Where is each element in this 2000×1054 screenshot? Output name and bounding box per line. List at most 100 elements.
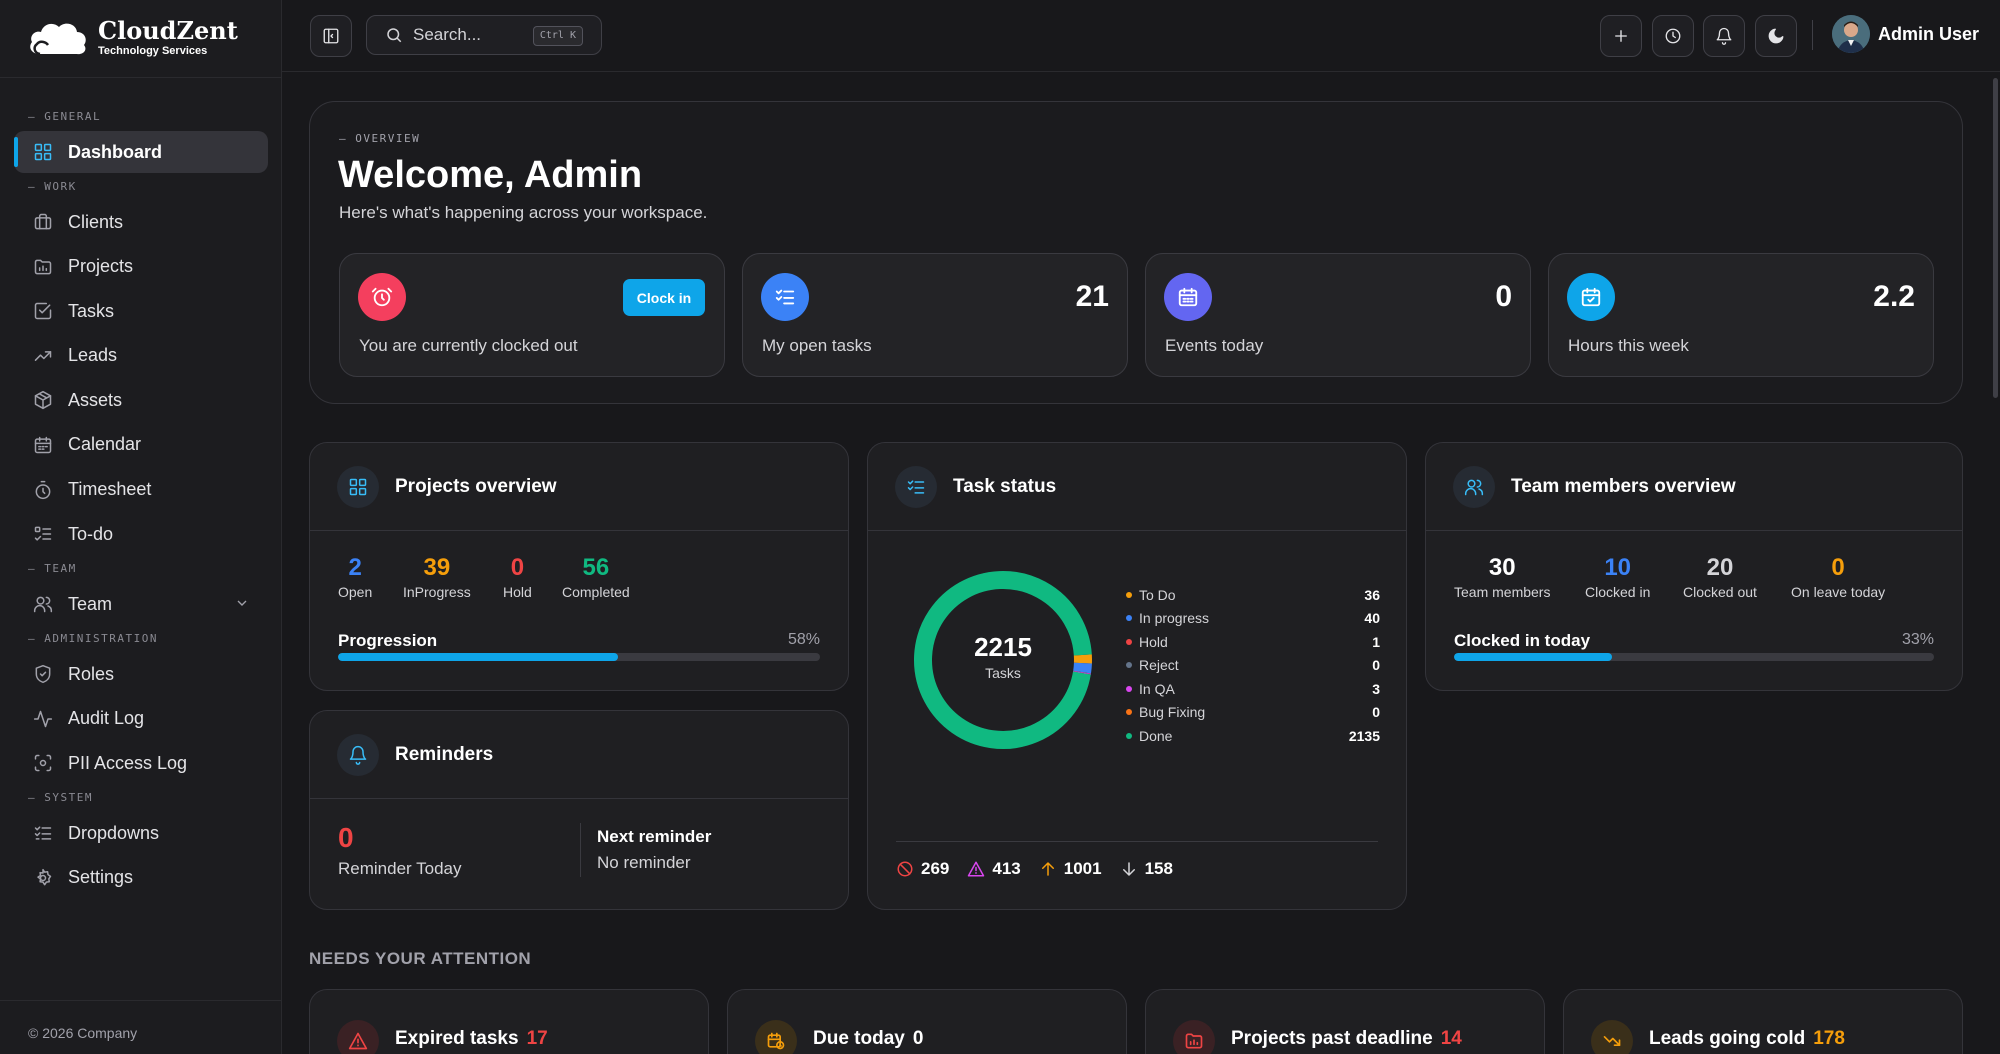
- hours-week-card[interactable]: 2.2 Hours this week: [1548, 253, 1934, 377]
- projects-metric-inprogress[interactable]: 39 InProgress: [403, 554, 471, 600]
- arrow-down-icon: [1122, 862, 1135, 876]
- overview-label: — OVERVIEW: [339, 132, 421, 145]
- time-button[interactable]: [1652, 15, 1694, 57]
- list-checks-icon: [895, 466, 937, 508]
- attention-card-leads-going-cold[interactable]: Leads going cold 178: [1563, 989, 1963, 1054]
- projects-metric-completed[interactable]: 56 Completed: [562, 554, 630, 600]
- arrow-up-icon: [1041, 862, 1054, 876]
- legend-dot: [1126, 709, 1132, 716]
- summary-value: 158: [1144, 859, 1173, 878]
- attention-card-title: Due today 0: [813, 1028, 923, 1050]
- add-button[interactable]: [1600, 15, 1642, 57]
- metric-label: Clocked in: [1585, 584, 1651, 600]
- attention-card-expired-tasks[interactable]: Expired tasks 17: [309, 989, 709, 1054]
- sidebar-item-audit-log[interactable]: Audit Log: [14, 698, 268, 740]
- metric-label: On leave today: [1791, 584, 1886, 600]
- open-tasks-card[interactable]: 21 My open tasks: [742, 253, 1128, 377]
- sidebar-toggle-button[interactable]: [310, 15, 352, 57]
- projects-metric-hold[interactable]: 0 Hold: [503, 554, 532, 600]
- open-tasks-label: My open tasks: [762, 336, 872, 355]
- search-input[interactable]: Search... Ctrl K: [366, 15, 602, 55]
- legend-item-in-progress[interactable]: In progress 40: [1126, 607, 1380, 631]
- brand-logo[interactable]: CloudZent Technology Services: [26, 16, 238, 60]
- attention-card-projects-past-deadline[interactable]: Projects past deadline 14: [1145, 989, 1545, 1054]
- legend-dot: [1126, 615, 1132, 622]
- sidebar-item-leads[interactable]: Leads: [14, 335, 268, 377]
- legend-item-hold[interactable]: Hold 1: [1126, 630, 1380, 654]
- sidebar-item-tasks[interactable]: Tasks: [14, 290, 268, 332]
- brand-tagline: Technology Services: [98, 45, 208, 57]
- sidebar-item-label: Leads: [68, 345, 118, 366]
- alarm-clock-icon: [358, 273, 406, 321]
- activity-icon: [32, 708, 54, 730]
- metric-value: 30: [1488, 554, 1516, 581]
- team-metric-clocked-out[interactable]: 20 Clocked out: [1683, 554, 1757, 600]
- task-status-card: Task status 2215 Tasks To Do 36 In progre…: [867, 442, 1407, 910]
- attention-card-label: Leads going cold: [1649, 1028, 1806, 1049]
- summary-warning[interactable]: 413: [967, 859, 1021, 879]
- sidebar-item-assets[interactable]: Assets: [14, 379, 268, 421]
- scrollbar-thumb[interactable]: [1993, 78, 1998, 398]
- summary-high[interactable]: 1001: [1039, 859, 1102, 879]
- attention-card-due-today[interactable]: Due today 0: [727, 989, 1127, 1054]
- team-metric-members[interactable]: 30 Team members: [1454, 554, 1550, 600]
- panel-title: Team members overview: [1511, 476, 1736, 497]
- sidebar-item-team[interactable]: Team: [14, 583, 268, 625]
- summary-blocked[interactable]: 269: [896, 859, 949, 879]
- avatar[interactable]: [1832, 15, 1870, 53]
- legend-item-in-qa[interactable]: In QA 3: [1126, 677, 1380, 701]
- legend-item-reject[interactable]: Reject 0: [1126, 654, 1380, 678]
- grid-icon: [337, 466, 379, 508]
- sidebar-item-timesheet[interactable]: Timesheet: [14, 469, 268, 511]
- panel-title: Task status: [953, 476, 1057, 497]
- sidebar-item-label: Timesheet: [68, 479, 152, 500]
- sidebar-item-todo[interactable]: To-do: [14, 513, 268, 555]
- sidebar-item-settings[interactable]: Settings: [14, 857, 268, 899]
- clock-in-button[interactable]: Clock in: [623, 279, 705, 316]
- timer-icon: [32, 479, 54, 501]
- metric-value: 56: [582, 554, 610, 581]
- sidebar-item-label: Team: [68, 593, 113, 614]
- sidebar-item-calendar[interactable]: Calendar: [14, 424, 268, 466]
- chevron-down-icon[interactable]: [234, 595, 250, 611]
- notifications-button[interactable]: [1703, 15, 1745, 57]
- attention-card-title: Projects past deadline 14: [1231, 1028, 1462, 1050]
- panel-header: Team members overview: [1426, 443, 1962, 531]
- sidebar-footer: © 2026 Company: [28, 1025, 138, 1041]
- task-total-label: Tasks: [985, 665, 1021, 681]
- team-metric-clocked-in[interactable]: 10 Clocked in: [1585, 554, 1650, 600]
- team-metric-on-leave[interactable]: 0 On leave today: [1791, 554, 1885, 600]
- events-today-card[interactable]: 0 Events today: [1145, 253, 1531, 377]
- next-reminder-value: No reminder: [597, 853, 691, 872]
- sidebar-item-roles[interactable]: Roles: [14, 653, 268, 695]
- sidebar-item-clients[interactable]: Clients: [14, 201, 268, 243]
- legend-item-done[interactable]: Done 2135: [1126, 724, 1380, 748]
- sidebar-item-dropdowns[interactable]: Dropdowns: [14, 812, 268, 854]
- theme-toggle-button[interactable]: [1755, 15, 1797, 57]
- metric-value: 39: [423, 554, 451, 581]
- briefcase-icon: [32, 211, 54, 233]
- search-shortcut: Ctrl K: [532, 26, 583, 46]
- sidebar: CloudZent Technology Services — GENERAL …: [0, 0, 282, 1054]
- scan-eye-icon: [32, 752, 54, 774]
- legend-item-bug-fixing[interactable]: Bug Fixing 0: [1126, 701, 1380, 725]
- events-today-value: 0: [1495, 280, 1512, 313]
- page-scrollbar[interactable]: [1992, 72, 2000, 1054]
- reminder-count: 0: [338, 822, 354, 853]
- sidebar-item-label: Assets: [68, 389, 123, 410]
- clocked-in-bar: [1454, 653, 1934, 661]
- user-name[interactable]: Admin User: [1878, 24, 1979, 45]
- calendar-clock-icon: [755, 1020, 797, 1054]
- legend-item-todo[interactable]: To Do 36: [1126, 583, 1380, 607]
- sidebar-item-dashboard[interactable]: Dashboard: [14, 131, 268, 173]
- list-todo-icon: [32, 523, 54, 545]
- gear-icon: [32, 867, 54, 889]
- sidebar-item-label: To-do: [68, 523, 114, 544]
- legend-value: 40: [1364, 610, 1380, 627]
- projects-metric-open[interactable]: 2 Open: [338, 554, 372, 600]
- attention-card-count: 17: [526, 1028, 548, 1049]
- summary-low[interactable]: 158: [1120, 859, 1173, 879]
- sidebar-divider: [0, 1000, 282, 1001]
- sidebar-item-projects[interactable]: Projects: [14, 246, 268, 288]
- sidebar-item-pii-access-log[interactable]: PII Access Log: [14, 742, 268, 784]
